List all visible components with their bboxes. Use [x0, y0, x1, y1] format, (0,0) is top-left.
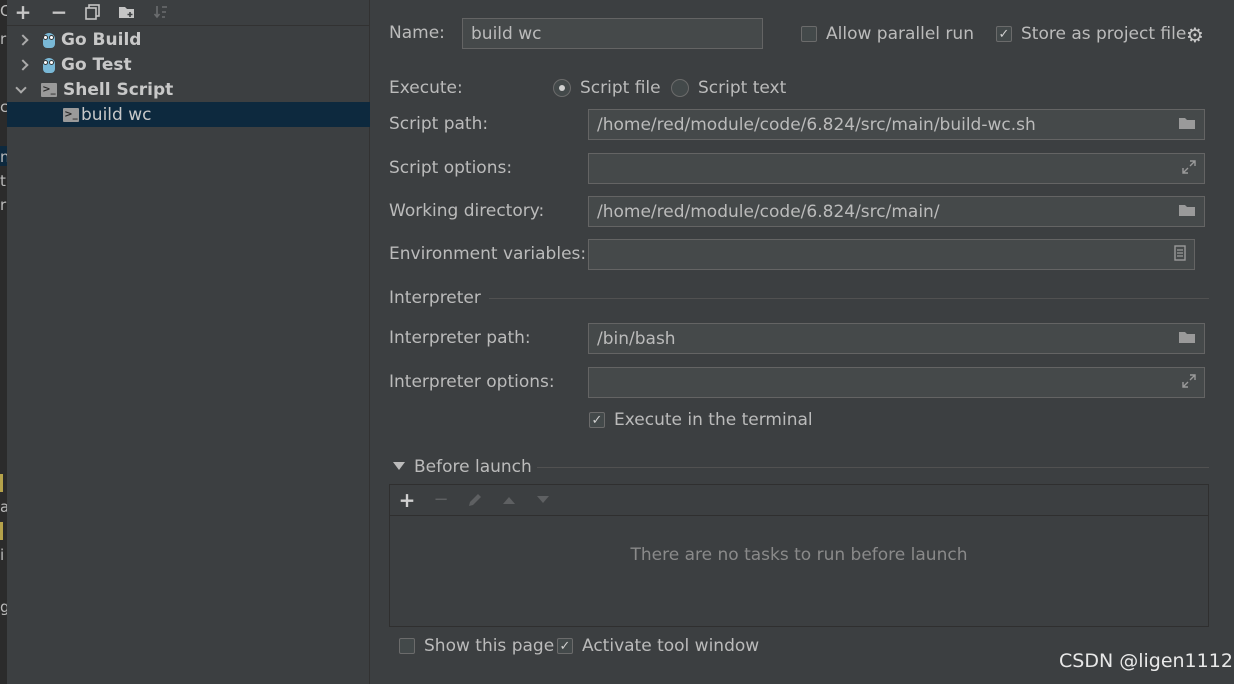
chevron-right-icon[interactable] [17, 58, 29, 71]
store-project-label: Store as project file [1021, 24, 1187, 44]
sort-icon[interactable] [149, 1, 173, 23]
chevron-right-icon[interactable] [17, 33, 29, 46]
script-options-label: Script options: [389, 158, 513, 178]
folder-icon[interactable] [1178, 116, 1196, 134]
name-input[interactable]: build wc [462, 18, 763, 49]
tree-item-go-build[interactable]: Go Build [7, 27, 370, 52]
script-file-label: Script file [580, 78, 661, 98]
interpreter-path-label: Interpreter path: [389, 328, 531, 348]
document-icon[interactable] [1174, 244, 1186, 265]
copy-icon[interactable] [81, 1, 105, 23]
tree-toolbar: + − [7, 0, 370, 26]
minus-icon[interactable]: − [429, 489, 453, 511]
expand-icon[interactable] [1182, 373, 1196, 392]
before-launch-panel: + − There are no tasks to run before lau… [389, 484, 1209, 627]
script-text-label: Script text [698, 78, 787, 98]
activate-tool-label: Activate tool window [582, 636, 760, 656]
interpreter-section-title: Interpreter [389, 288, 481, 308]
allow-parallel-checkbox[interactable] [801, 26, 817, 42]
allow-parallel-label: Allow parallel run [826, 24, 974, 44]
chevron-down-icon[interactable] [15, 81, 27, 94]
collapse-triangle-icon[interactable] [393, 462, 405, 470]
before-launch-toolbar: + − [390, 485, 1208, 516]
shell-script-icon: >_ [63, 107, 79, 122]
gopher-icon [41, 31, 57, 49]
store-project-checkbox[interactable]: ✓ [996, 26, 1012, 42]
new-folder-icon[interactable] [115, 1, 139, 23]
script-path-input[interactable]: /home/red/module/code/6.824/src/main/bui… [588, 109, 1205, 140]
interpreter-options-input[interactable] [588, 367, 1205, 398]
expand-icon[interactable] [1182, 159, 1196, 178]
plus-icon[interactable]: + [395, 489, 419, 511]
shell-script-icon: >_ [41, 82, 57, 97]
arrow-up-icon[interactable] [497, 489, 521, 511]
execute-terminal-label: Execute in the terminal [614, 410, 813, 430]
minus-icon[interactable]: − [47, 1, 71, 23]
execute-terminal-checkbox[interactable]: ✓ [589, 412, 605, 428]
before-launch-separator [537, 467, 1209, 468]
show-page-label: Show this page [424, 636, 555, 656]
interpreter-path-input[interactable]: /bin/bash [588, 323, 1205, 354]
tree-item-label: Go Build [61, 29, 142, 50]
before-launch-title: Before launch [414, 457, 532, 477]
working-dir-input[interactable]: /home/red/module/code/6.824/src/main/ [588, 196, 1205, 227]
run-config-tree-panel: + − Go Build Go Test >_ Shell Script >_ … [7, 0, 370, 684]
left-edge-strip: C r c n t r a i g [0, 0, 7, 684]
gopher-icon [41, 56, 57, 74]
folder-icon[interactable] [1178, 203, 1196, 221]
arrow-down-icon[interactable] [531, 489, 555, 511]
tree-item-build-wc[interactable]: >_ build wc [7, 102, 370, 127]
script-path-label: Script path: [389, 114, 489, 134]
watermark: CSDN @ligen1112 [1059, 650, 1233, 672]
execute-label: Execute: [389, 78, 463, 98]
empty-tasks-message: There are no tasks to run before launch [630, 545, 968, 565]
script-file-radio[interactable] [553, 79, 571, 97]
interpreter-separator [489, 298, 1209, 299]
script-text-radio[interactable] [671, 79, 689, 97]
plus-icon[interactable]: + [11, 1, 35, 23]
tree-item-label: Go Test [61, 54, 132, 75]
env-vars-input[interactable] [588, 239, 1195, 270]
pencil-icon[interactable] [463, 489, 487, 511]
folder-icon[interactable] [1178, 330, 1196, 348]
interpreter-options-label: Interpreter options: [389, 372, 555, 392]
name-label: Name: [389, 23, 445, 43]
tree-item-label: build wc [81, 104, 152, 125]
env-vars-label: Environment variables: [389, 244, 587, 264]
working-dir-label: Working directory: [389, 201, 545, 221]
show-page-checkbox[interactable] [399, 638, 415, 654]
tree-item-shell-script[interactable]: >_ Shell Script [7, 77, 370, 102]
gear-icon[interactable]: ⚙ [1186, 25, 1204, 45]
tree-item-go-test[interactable]: Go Test [7, 52, 370, 77]
tree-item-label: Shell Script [63, 79, 174, 100]
script-options-input[interactable] [588, 153, 1205, 184]
activate-tool-checkbox[interactable]: ✓ [557, 638, 573, 654]
